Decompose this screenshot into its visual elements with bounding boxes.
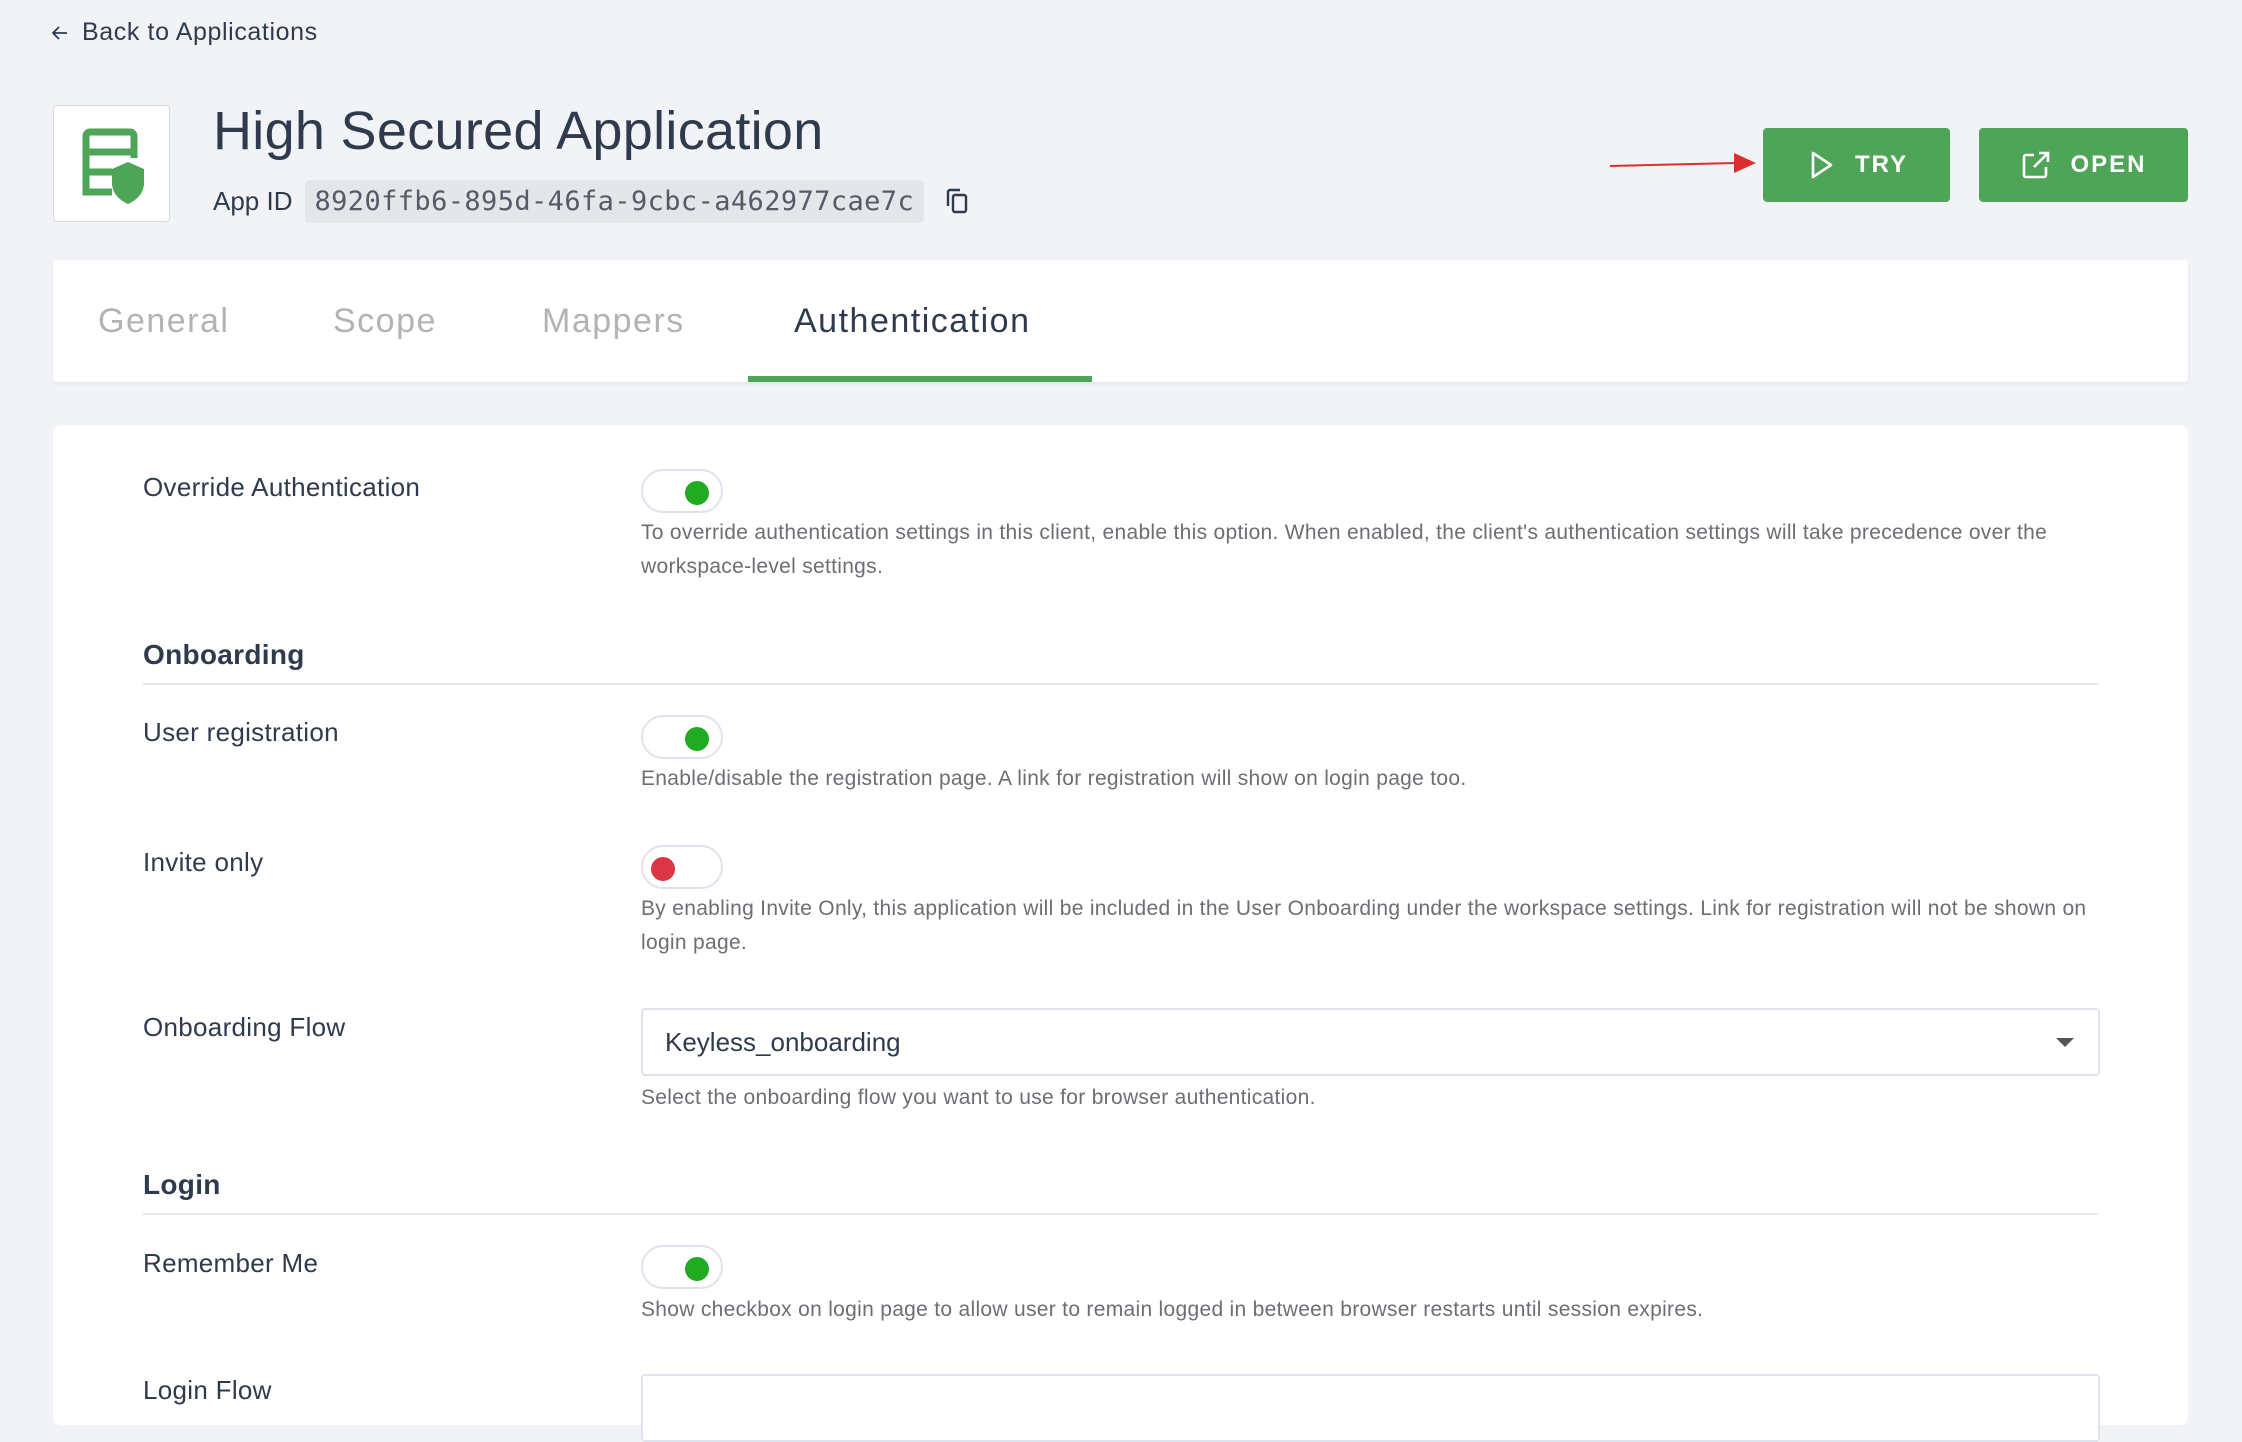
authentication-settings-card: Override Authentication To override auth… <box>53 425 2188 1442</box>
onboarding-heading: Onboarding <box>143 639 305 670</box>
open-button-label: OPEN <box>2070 151 2147 178</box>
open-button[interactable]: OPEN <box>1979 128 2188 202</box>
annotation-arrow <box>1609 153 1756 173</box>
remember-me-toggle[interactable] <box>641 1245 723 1289</box>
app-shield-icon <box>82 128 144 204</box>
toggle-knob <box>685 727 709 751</box>
try-button-label: TRY <box>1854 151 1909 178</box>
invite-only-description: By enabling Invite Only, this applicatio… <box>641 897 2087 954</box>
copy-app-id-button[interactable] <box>940 184 974 218</box>
remember-me-label: Remember Me <box>143 1248 319 1278</box>
chevron-down-icon <box>2056 1038 2074 1047</box>
try-button[interactable]: TRY <box>1763 128 1950 202</box>
arrow-left-icon <box>51 25 67 40</box>
user-registration-toggle[interactable] <box>641 715 723 759</box>
external-link-icon <box>2023 151 2050 179</box>
tab-bar: General Scope Mappers Authentication <box>53 260 2188 382</box>
login-flow-label: Login Flow <box>143 1375 272 1405</box>
remember-me-description: Show checkbox on login page to allow use… <box>641 1298 1704 1321</box>
tab-general[interactable]: General <box>98 260 229 382</box>
onboarding-flow-value: Keyless_onboarding <box>665 1026 901 1057</box>
page-title: High Secured Application <box>213 101 824 161</box>
toggle-knob <box>685 1257 709 1281</box>
onboarding-flow-label: Onboarding Flow <box>143 1012 346 1042</box>
onboarding-flow-description: Select the onboarding flow you want to u… <box>641 1086 1316 1109</box>
copy-icon <box>946 188 968 214</box>
user-registration-description: Enable/disable the registration page. A … <box>641 767 1467 790</box>
login-flow-select[interactable] <box>641 1374 2100 1442</box>
app-id-value[interactable]: 8920ffb6-895d-46fa-9cbc-a462977cae7c <box>304 179 925 223</box>
back-to-applications-link[interactable]: Back to Applications <box>50 18 318 47</box>
toggle-knob <box>685 481 709 505</box>
invite-only-toggle[interactable] <box>641 845 723 889</box>
override-authentication-description: To override authentication settings in t… <box>641 521 2048 578</box>
app-id-label: App ID <box>213 185 293 216</box>
override-authentication-toggle[interactable] <box>641 469 723 513</box>
active-tab-indicator <box>748 376 1092 382</box>
tab-authentication[interactable]: Authentication <box>794 260 1031 382</box>
tab-scope[interactable]: Scope <box>333 260 437 382</box>
tab-mappers[interactable]: Mappers <box>542 260 685 382</box>
toggle-knob <box>651 857 675 881</box>
user-registration-label: User registration <box>143 717 339 747</box>
back-link-label: Back to Applications <box>82 18 318 46</box>
override-authentication-label: Override Authentication <box>143 472 421 502</box>
onboarding-divider <box>143 683 2098 685</box>
invite-only-label: Invite only <box>143 847 264 877</box>
onboarding-flow-select[interactable]: Keyless_onboarding <box>641 1008 2100 1076</box>
app-logo <box>53 105 170 222</box>
login-divider <box>143 1213 2098 1215</box>
login-heading: Login <box>143 1169 221 1200</box>
app-id-row: App ID 8920ffb6-895d-46fa-9cbc-a462977ca… <box>213 178 974 224</box>
play-icon <box>1811 151 1833 179</box>
